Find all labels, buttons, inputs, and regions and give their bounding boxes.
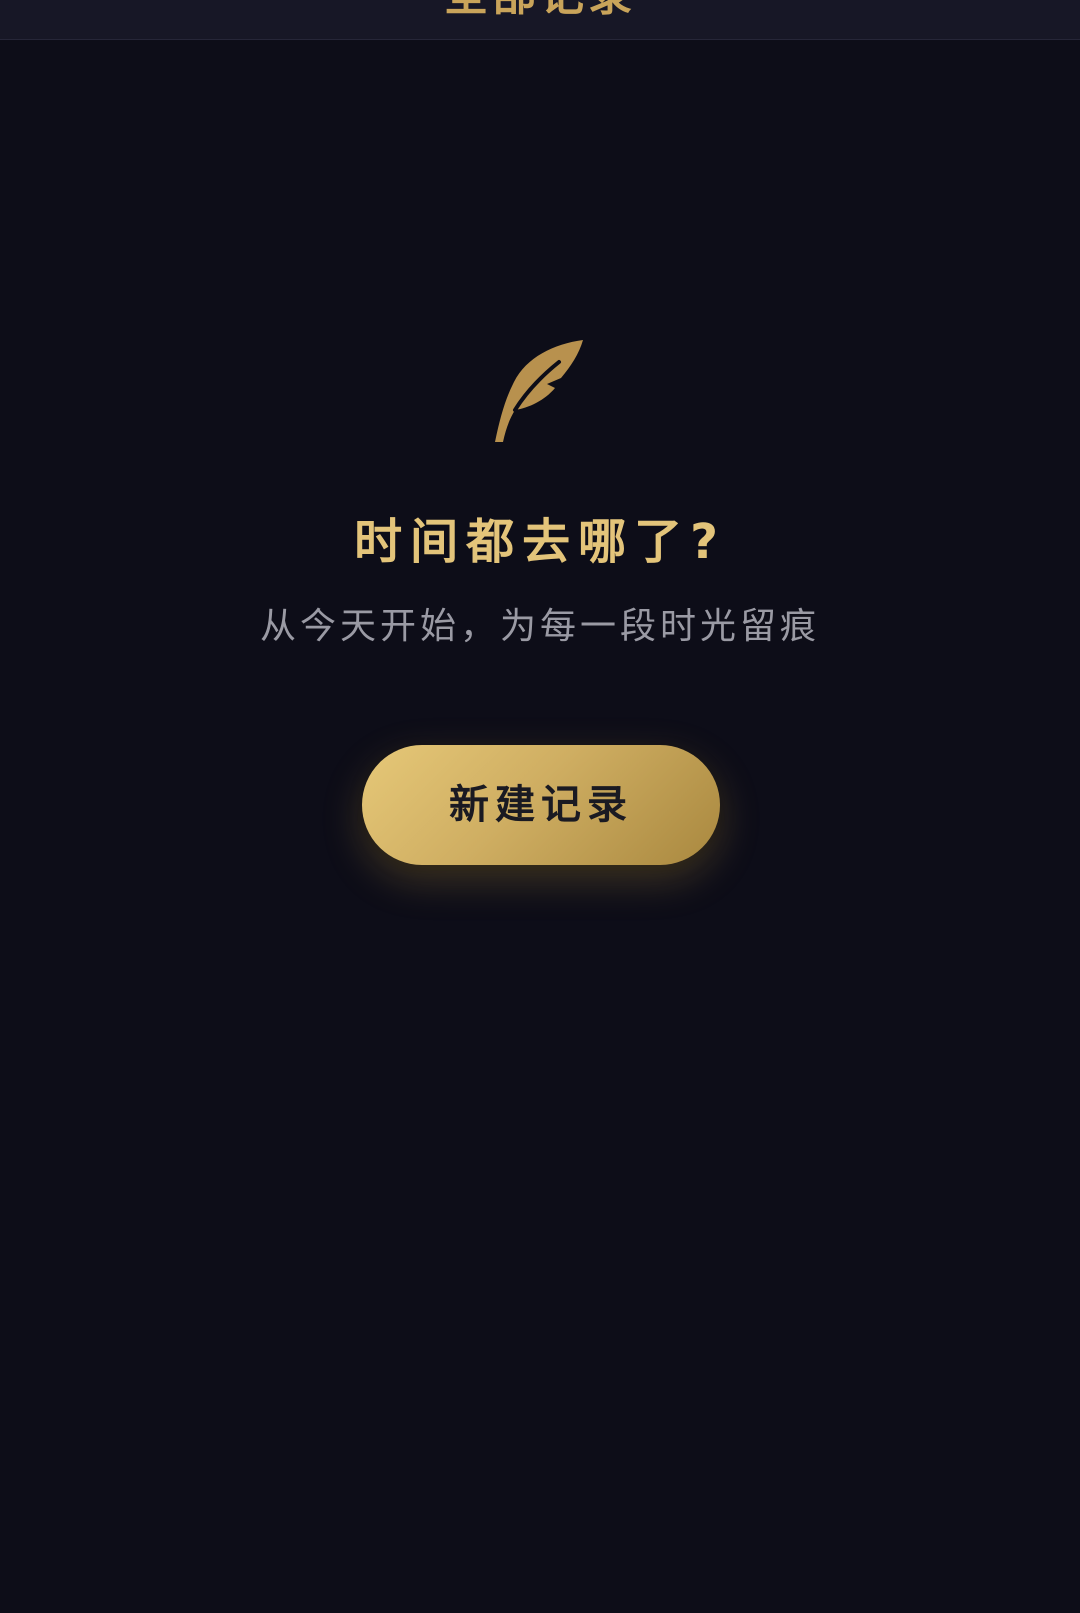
- empty-title: 时间都去哪了?: [354, 514, 726, 570]
- new-record-button[interactable]: 新建记录: [362, 745, 720, 865]
- empty-state: 时间都去哪了? 从今天开始，为每一段时光留痕 新建记录: [0, 0, 1080, 1613]
- empty-subtitle: 从今天开始，为每一段时光留痕: [259, 606, 820, 647]
- app-screen: 全部记录 时间都去哪了? 从今天开始，为每一段时光留痕 新建记录: [0, 0, 1080, 1613]
- feather-icon: [495, 340, 583, 442]
- new-record-button-label: 新建记录: [449, 783, 633, 827]
